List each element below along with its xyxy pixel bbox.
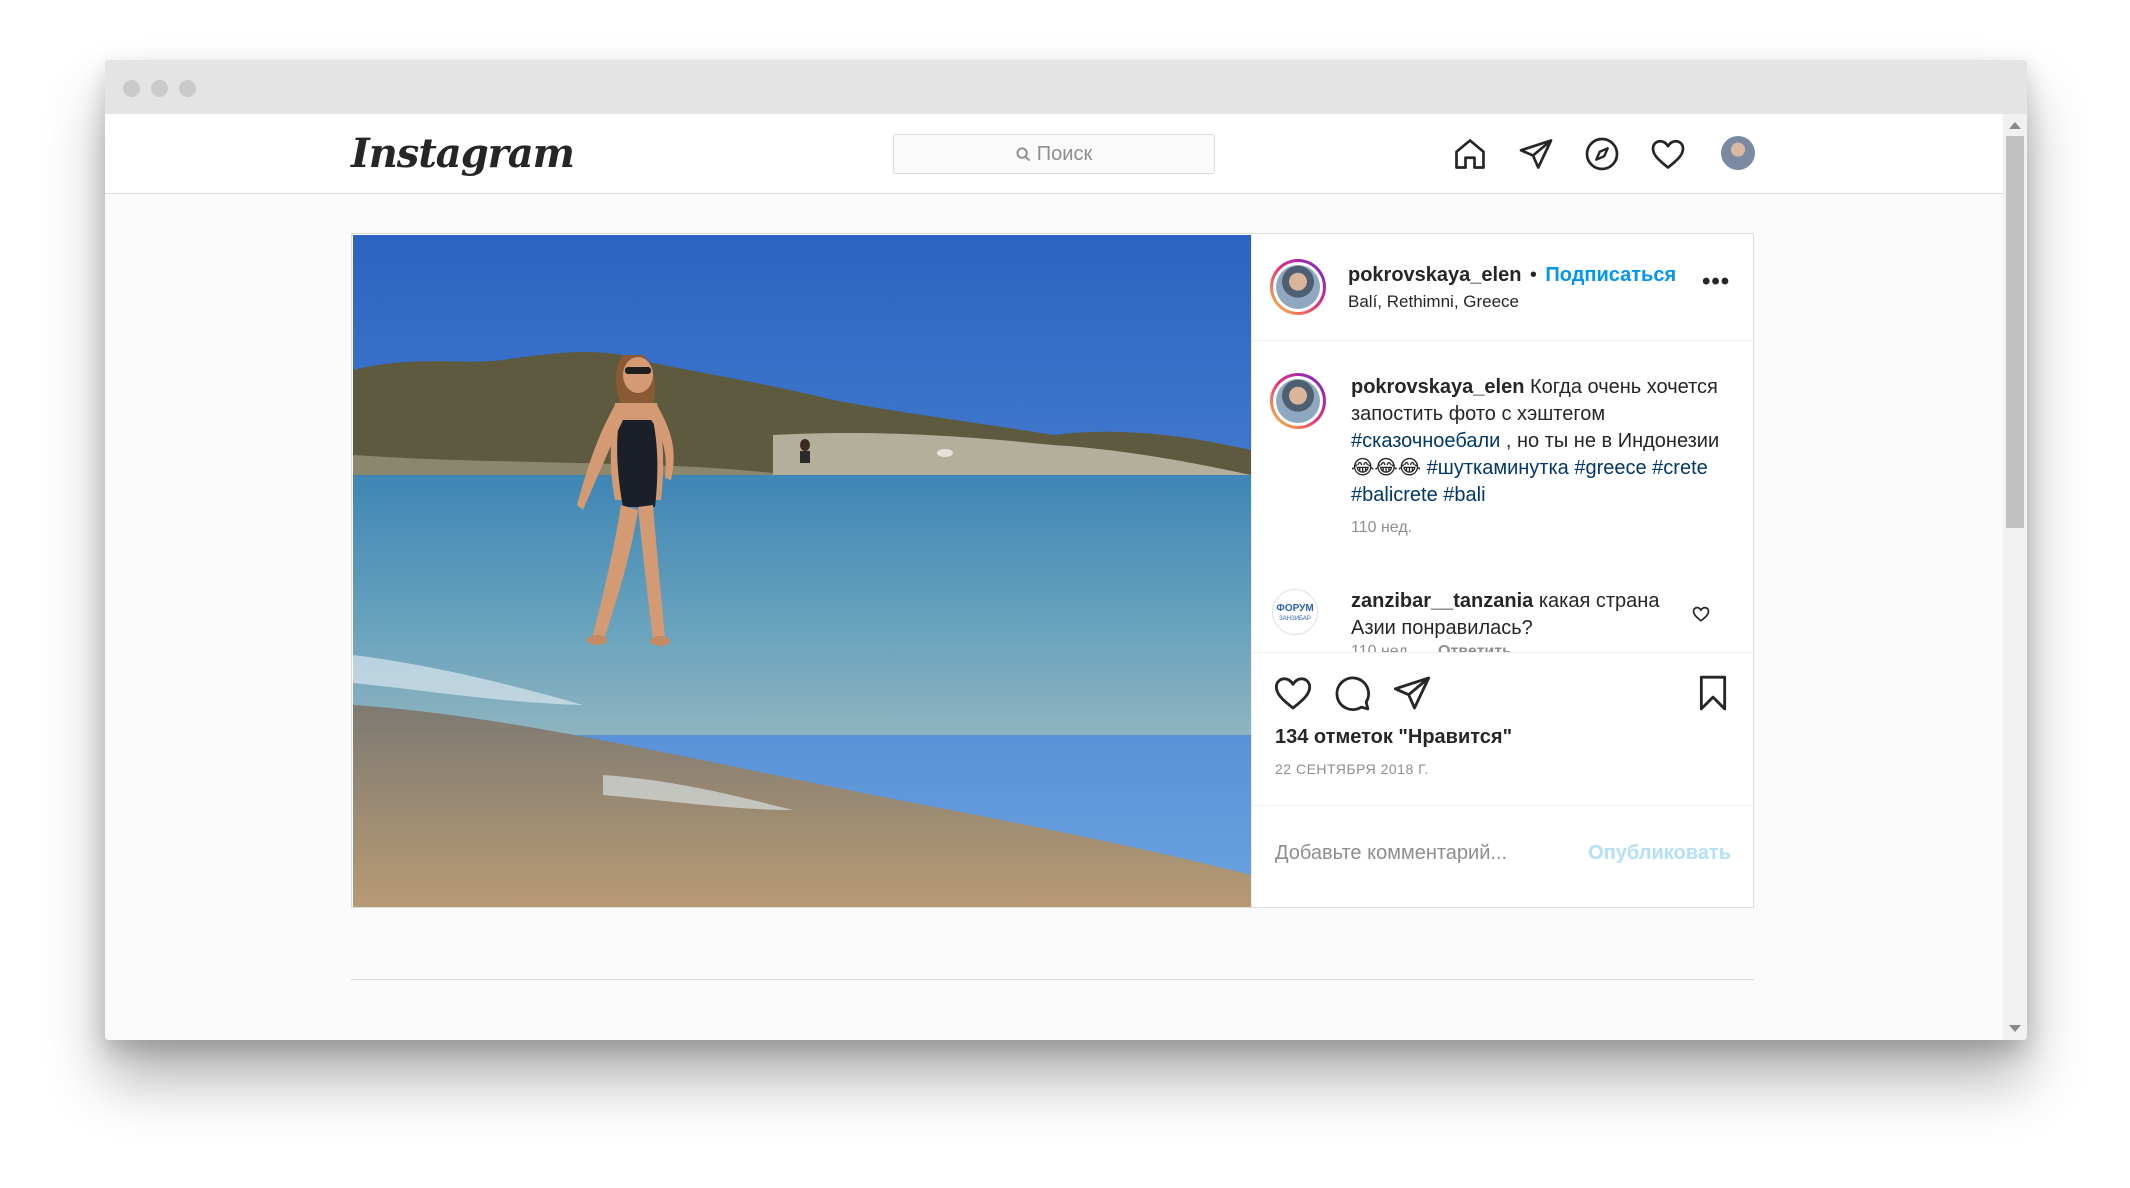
comment-input[interactable]: Добавьте комментарий... [1275,842,1507,865]
post-header: pokrovskaya_elen • Подписаться Balí, Ret… [1252,234,1753,341]
scroll-thumb[interactable] [2006,136,2024,528]
post-photo[interactable] [353,235,1251,907]
caption-author-avatar[interactable] [1270,373,1326,429]
post-location[interactable]: Balí, Rethimni, Greece [1348,292,1519,312]
page-viewport: Instagram Поиск pokrovskaya_elen • Подпи… [105,114,2003,1040]
search-placeholder: Поиск [1036,142,1093,165]
browser-window: Instagram Поиск pokrovskaya_elen • Подпи… [105,60,2027,1040]
comment-like-icon[interactable] [1692,605,1710,623]
add-comment-form: Добавьте комментарий... Опубликовать [1252,805,1753,907]
commenter-username[interactable]: zanzibar__tanzania [1351,590,1533,612]
forum-avatar-text: ФОРУМ [1276,603,1314,614]
share-icon[interactable] [1392,673,1432,713]
comments-list: pokrovskaya_elen Когда очень хочется зап… [1252,341,1753,652]
header-separator: • [1529,264,1537,286]
like-heart-icon[interactable] [1273,673,1313,713]
search-input[interactable]: Поиск [893,134,1215,174]
profile-avatar[interactable] [1721,136,1755,170]
activity-heart-icon[interactable] [1650,136,1686,172]
hashtag-link[interactable]: #шуткаминутка [1427,457,1569,479]
hashtag-link[interactable]: #crete [1652,457,1708,479]
direct-icon[interactable] [1518,136,1554,172]
caption-username[interactable]: pokrovskaya_elen [1351,376,1524,398]
commenter-avatar[interactable]: ФОРУМ ЗАНЗИБАР [1272,589,1318,635]
likes-count[interactable]: 134 отметок "Нравится" [1275,726,1512,749]
post-sidebar: pokrovskaya_elen • Подписаться Balí, Ret… [1251,234,1753,907]
comment-icon[interactable] [1332,673,1372,713]
hashtag-link[interactable]: #сказочноебали [1351,430,1500,452]
comment-timestamp[interactable]: 110 нед. [1351,643,1412,652]
scroll-up-arrow-icon[interactable] [2009,122,2021,129]
laughing-emoji: 😂😂😂 [1351,457,1422,479]
browser-titlebar [105,60,2027,114]
beach-photo-image [353,235,1251,907]
section-divider [351,979,1754,980]
post-card: pokrovskaya_elen • Подписаться Balí, Ret… [351,233,1754,908]
instagram-logo[interactable]: Instagram [351,130,575,177]
post-actions: 134 отметок "Нравится" 22 СЕНТЯБРЯ 2018 … [1252,652,1753,806]
hashtag-link[interactable]: #bali [1443,484,1485,506]
home-icon[interactable] [1452,136,1488,172]
close-dot[interactable] [123,80,140,97]
reply-button[interactable]: Ответить [1438,643,1512,652]
scroll-down-arrow-icon[interactable] [2009,1025,2021,1032]
caption-timestamp[interactable]: 110 нед. [1351,519,1412,537]
forum-avatar-subtext: ЗАНЗИБАР [1279,616,1311,622]
caption-text: , но ты не в Индонезии [1505,430,1720,452]
top-navigation: Instagram Поиск [105,114,2003,194]
publish-button[interactable]: Опубликовать [1588,842,1731,865]
post-caption: pokrovskaya_elen Когда очень хочется зап… [1351,374,1731,509]
author-username[interactable]: pokrovskaya_elen [1348,264,1521,286]
hashtag-link[interactable]: #greece [1574,457,1646,479]
search-icon [1016,146,1031,161]
author-avatar[interactable] [1270,259,1326,315]
follow-button[interactable]: Подписаться [1545,264,1676,286]
post-date[interactable]: 22 СЕНТЯБРЯ 2018 Г. [1275,761,1429,777]
explore-icon[interactable] [1584,136,1620,172]
more-options-icon[interactable]: ••• [1702,268,1730,296]
comment-item: zanzibar__tanzania какая страна Азии пон… [1351,588,1671,642]
bookmark-icon[interactable] [1693,673,1733,713]
vertical-scrollbar[interactable] [2003,114,2027,1040]
hashtag-link[interactable]: #balicrete [1351,484,1438,506]
minimize-dot[interactable] [151,80,168,97]
maximize-dot[interactable] [179,80,196,97]
